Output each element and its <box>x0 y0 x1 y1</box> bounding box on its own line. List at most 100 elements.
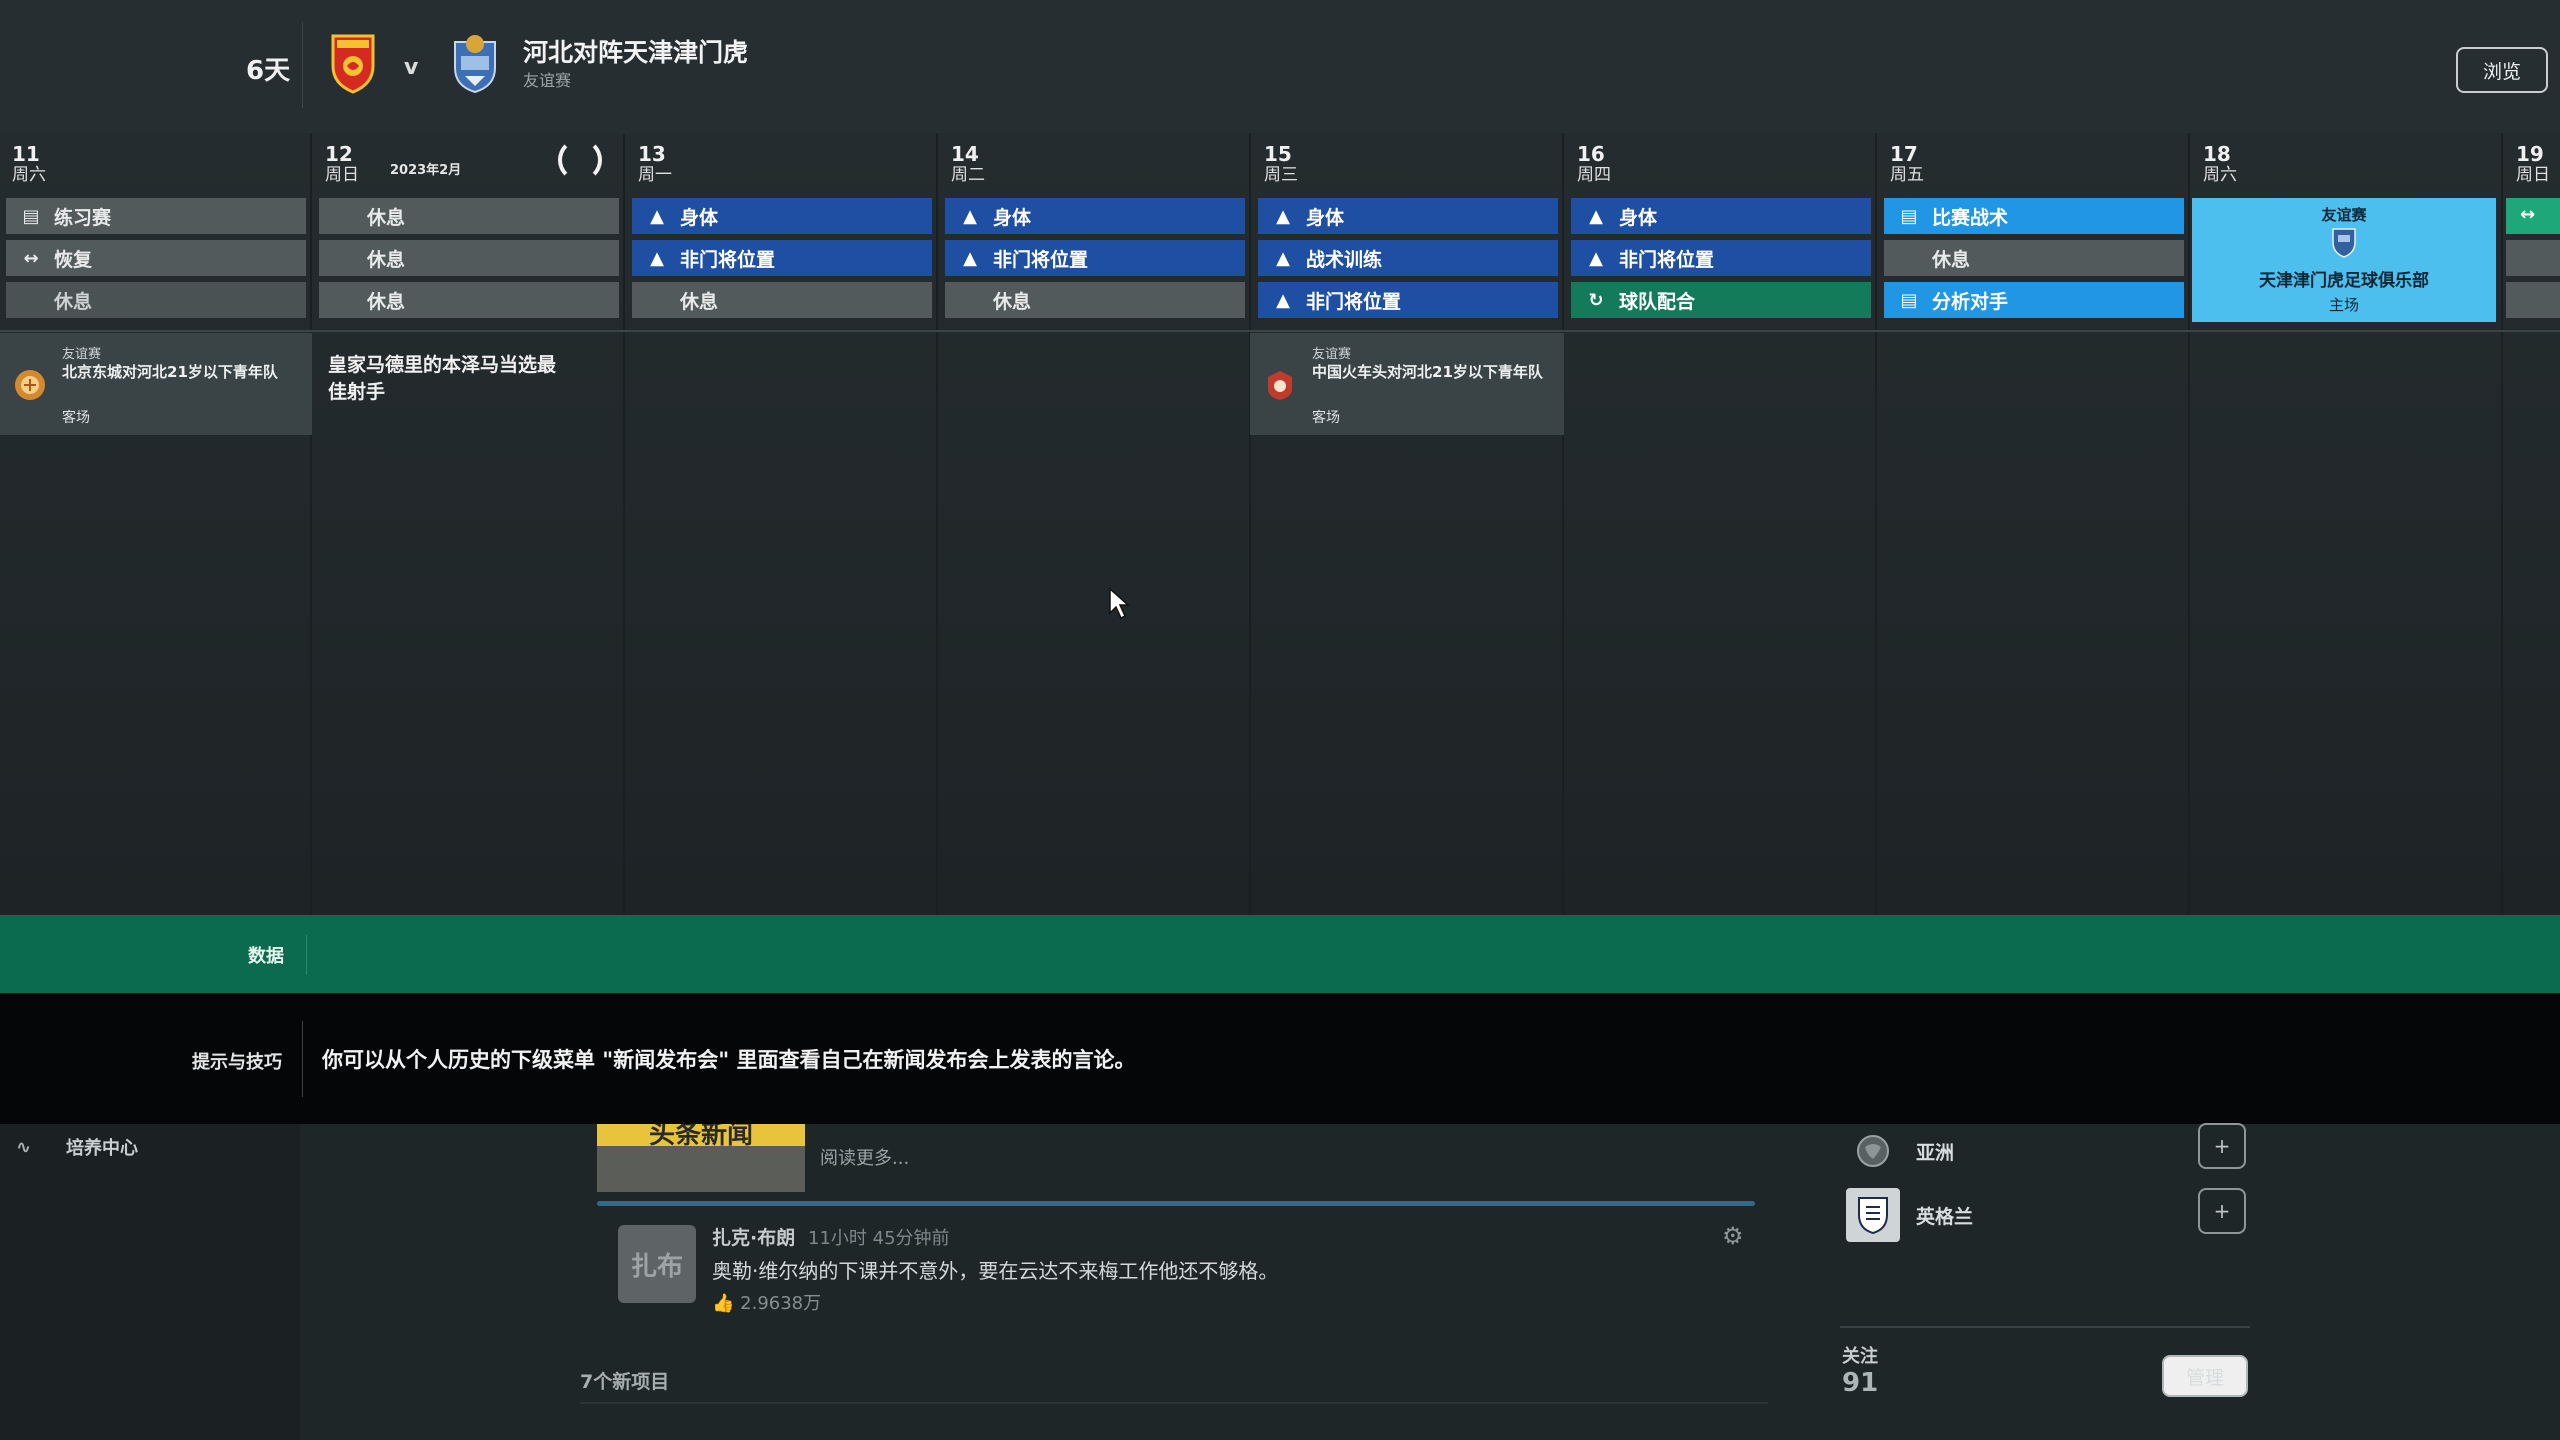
session-rest[interactable]: 休息 <box>319 198 619 234</box>
session-recovery[interactable]: ↔ 恢复 <box>6 240 306 276</box>
day-header: 17 周五 <box>1890 143 1924 185</box>
day-weekday: 周四 <box>1577 165 1611 185</box>
day-header: 11 周六 <box>12 143 46 185</box>
session-practice-match[interactable]: ▤ 练习赛 <box>6 198 306 234</box>
match-card-tianjin-home[interactable]: 友谊赛 天津津门虎足球俱乐部 主场 <box>2192 198 2496 322</box>
post-timestamp: 11小时 45分钟前 <box>808 1228 950 1249</box>
divider <box>1840 1326 2250 1328</box>
session-rest[interactable]: 休息 <box>319 282 619 318</box>
follow-item-asia[interactable]: 亚洲 <box>1846 1124 1954 1178</box>
day-header: 14 周二 <box>951 143 985 185</box>
session-physical[interactable]: ▲ 身体 <box>945 198 1245 234</box>
day-number: 17 <box>1890 142 1918 166</box>
follow-add-button[interactable]: + <box>2198 1188 2246 1234</box>
recovery-arrows-icon: ↔ <box>23 247 39 269</box>
follow-add-button[interactable]: + <box>2198 1123 2246 1169</box>
day-number: 18 <box>2203 142 2231 166</box>
tips-divider <box>302 1021 303 1097</box>
loading-spinner-icon <box>558 138 602 182</box>
session-label: 比赛战术 <box>1932 206 2009 229</box>
session-label: 非门将位置 <box>1306 290 1402 313</box>
session-physical[interactable]: ▲ 身体 <box>1258 198 1558 234</box>
post-author[interactable]: 扎克·布朗 <box>712 1223 795 1250</box>
sidebar: ∿ 培养中心 <box>0 1124 300 1440</box>
session-label: 非门将位置 <box>993 248 1089 271</box>
data-divider <box>306 935 307 975</box>
avatar[interactable]: 扎布 <box>618 1225 696 1303</box>
header-separator <box>0 330 2560 332</box>
follow-name: 英格兰 <box>1916 1205 1974 1228</box>
match-type: 友谊赛 <box>62 347 102 362</box>
training-cone-icon: ▲ <box>963 247 977 269</box>
follow-name: 亚洲 <box>1916 1141 1955 1164</box>
session-match-tactics[interactable]: ▤ 比赛战术 <box>1884 198 2184 234</box>
new-items-count[interactable]: 7个新项目 <box>580 1367 669 1394</box>
session-team-cohesion[interactable]: ↻ 球队配合 <box>1571 282 1871 318</box>
hebei-crest-icon[interactable] <box>328 32 378 94</box>
england-crest-icon <box>1846 1188 1900 1242</box>
month-label: 2023年2月 <box>390 163 462 178</box>
browse-button[interactable]: 浏览 <box>2456 47 2548 93</box>
manage-button[interactable]: 管理 <box>2162 1355 2248 1397</box>
data-label[interactable]: 数据 <box>248 942 284 968</box>
match-venue: 客场 <box>1312 410 1340 426</box>
session-opposition-analysis[interactable]: ▤ 分析对手 <box>1884 282 2184 318</box>
news-thumb-banner: 头条新闻 <box>597 1124 805 1148</box>
session-label: 休息 <box>1932 248 1971 271</box>
day-header: 15 周三 <box>1264 143 1298 185</box>
recovery-arrows-icon: ↔ <box>2520 204 2536 225</box>
tips-bar: 提示与技巧 你可以从个人历史的下级菜单 "新闻发布会" 里面查看自己在新闻发布会… <box>0 993 2560 1124</box>
session-rest[interactable]: 休息 <box>945 282 1245 318</box>
training-cone-icon: ▲ <box>1276 247 1290 269</box>
following-label: 关注 <box>1842 1346 1878 1367</box>
session-physical[interactable]: ▲ 身体 <box>1571 198 1871 234</box>
follow-item-england[interactable]: 英格兰 <box>1846 1188 1973 1242</box>
session-outfield-position[interactable]: ▲ 非门将位置 <box>945 240 1245 276</box>
session-physical[interactable]: ▲ 身体 <box>632 198 932 234</box>
news-thumbnail[interactable]: 头条新闻 <box>597 1124 805 1192</box>
clipboard-icon: ▤ <box>22 205 40 227</box>
training-cone-icon: ▲ <box>1276 205 1290 227</box>
match-venue: 主场 <box>2328 296 2359 314</box>
session-rest[interactable]: 休息 <box>632 282 932 318</box>
session-outfield-position[interactable]: ▲ 非门将位置 <box>1258 282 1558 318</box>
read-more-link[interactable]: 阅读更多... <box>820 1144 909 1170</box>
session-label: 非门将位置 <box>1619 248 1715 271</box>
session-label: 战术训练 <box>1306 248 1383 271</box>
session-rest[interactable]: 休息 <box>6 282 306 318</box>
news-headline[interactable]: 皇家马德里的本泽马当选最佳射手 <box>328 352 568 406</box>
data-bar: 数据 <box>0 915 2560 993</box>
match-title: 中国火车头对河北21岁以下青年队 <box>1312 363 1543 381</box>
gear-icon[interactable]: ⚙ <box>1722 1222 1744 1250</box>
sidebar-item-development-centre[interactable]: ∿ 培养中心 <box>16 1134 138 1160</box>
session-label: 休息 <box>54 290 93 313</box>
clipboard-icon: ▤ <box>1900 205 1918 227</box>
match-title[interactable]: 河北对阵天津津门虎 <box>523 33 748 69</box>
tianjin-crest-icon[interactable] <box>447 32 503 94</box>
session-label: 恢复 <box>54 248 93 271</box>
session-tactical[interactable]: ▲ 战术训练 <box>1258 240 1558 276</box>
match-card-locomotive-away[interactable]: 友谊赛 中国火车头对河北21岁以下青年队 客场 <box>1250 333 1564 435</box>
session-label: 非门将位置 <box>680 248 776 271</box>
china-locomotive-crest-icon <box>1268 371 1292 400</box>
match-card-beijing-away[interactable]: 友谊赛 北京东城对河北21岁以下青年队 客场 <box>0 333 312 435</box>
session-label: 休息 <box>680 290 719 313</box>
opponent-name: 天津津门虎足球俱乐部 <box>2259 271 2429 291</box>
tianjin-crest-icon <box>2332 228 2356 258</box>
divider <box>580 1402 1768 1404</box>
session-rest[interactable]: 休息 <box>1884 240 2184 276</box>
session-outfield-position[interactable]: ▲ 非门将位置 <box>632 240 932 276</box>
post-likes[interactable]: 👍 2.9638万 <box>712 1289 821 1315</box>
asia-globe-icon <box>1846 1124 1900 1178</box>
thumbs-up-icon: 👍 <box>712 1293 735 1314</box>
session-recovery-partial[interactable]: ↔ <box>2506 198 2560 234</box>
session-rest[interactable]: 休息 <box>319 240 619 276</box>
training-cone-icon: ▲ <box>1589 205 1603 227</box>
session-partial[interactable] <box>2506 282 2560 318</box>
add-person-icon: + <box>2213 1199 2231 1223</box>
session-partial[interactable] <box>2506 240 2560 276</box>
training-cone-icon: ▲ <box>1276 289 1290 311</box>
session-outfield-position[interactable]: ▲ 非门将位置 <box>1571 240 1871 276</box>
trend-line-icon: ∿ <box>16 1136 32 1158</box>
sidebar-item-label: 培养中心 <box>66 1138 138 1159</box>
